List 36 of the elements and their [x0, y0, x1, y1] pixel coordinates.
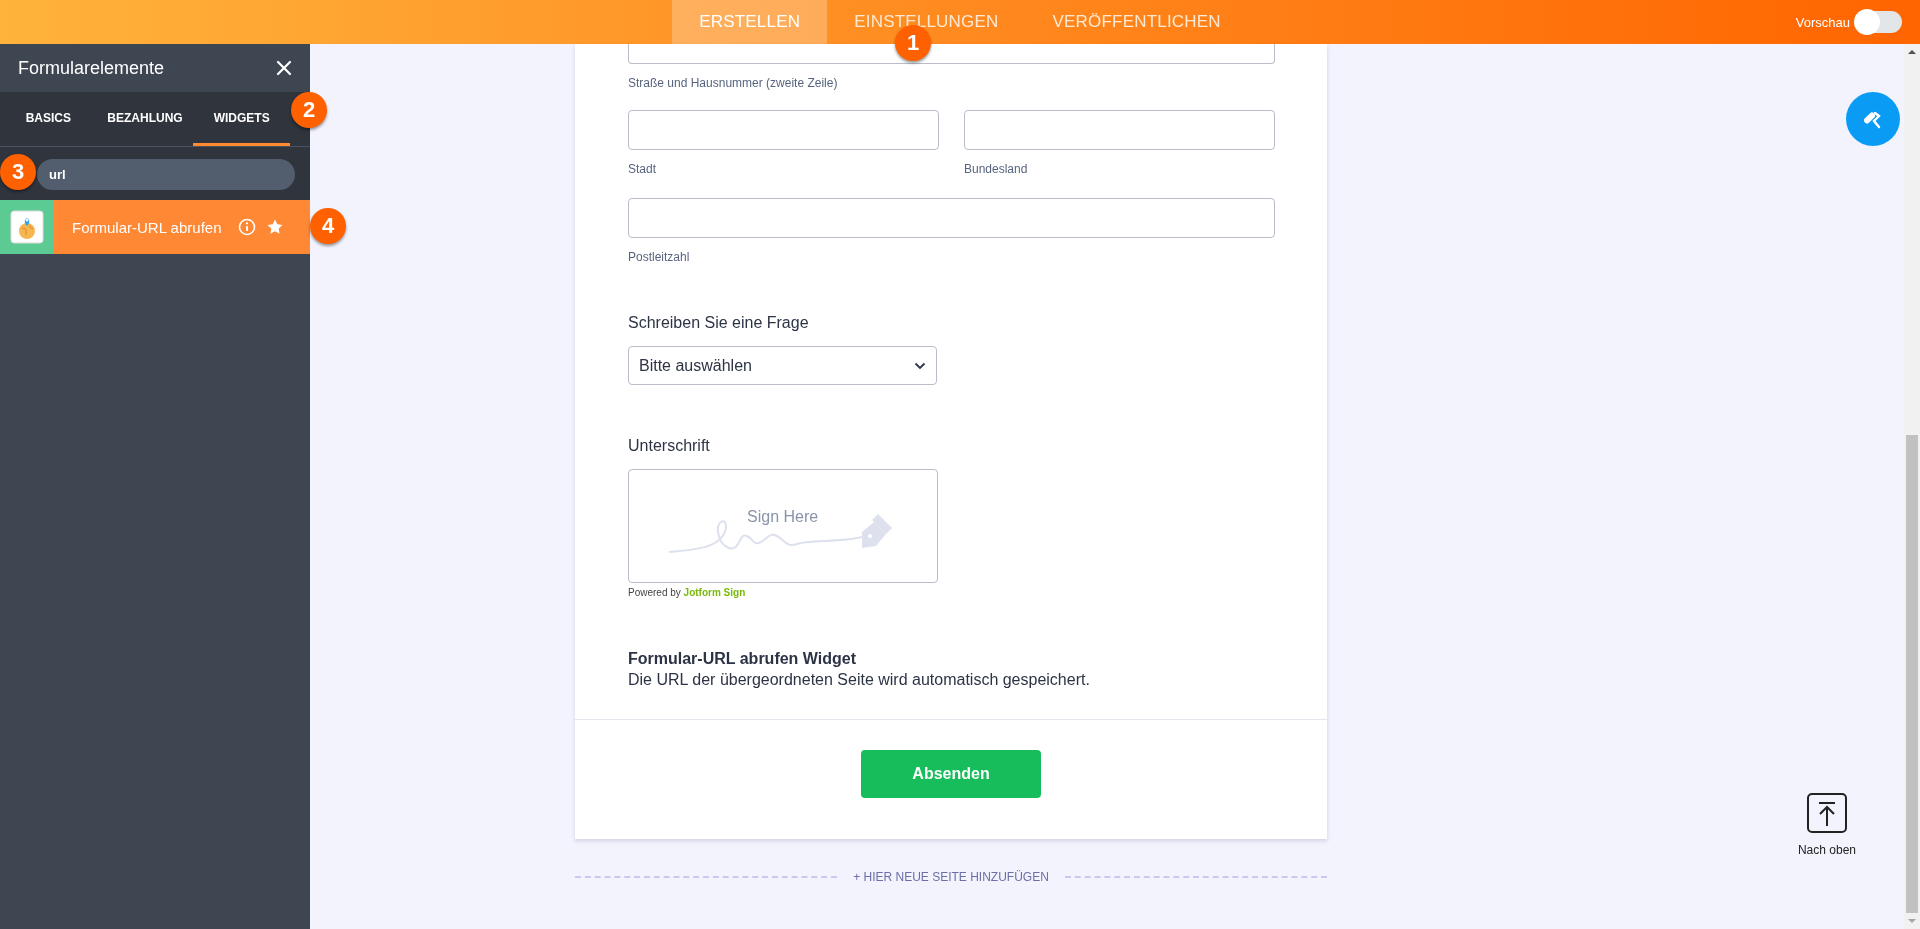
back-to-top-label: Nach oben [1797, 843, 1856, 857]
field-hint: Stadt [628, 162, 657, 176]
question-label: Unterschrift [628, 437, 710, 455]
step-marker: 2 [291, 92, 327, 128]
powered-by-text: Powered by Jotform Sign [628, 587, 746, 598]
field-hint: Bundesland [964, 162, 1028, 176]
sidebar-tab[interactable]: BEZAHLUNG [96, 92, 194, 146]
add-page-link[interactable]: + HIER NEUE SEITE HINZUFÜGEN [847, 869, 1055, 885]
scrollbar[interactable] [1904, 44, 1920, 929]
info-icon[interactable] [238, 218, 256, 236]
preview-toggle[interactable] [1856, 11, 1902, 33]
signature-placeholder: Sign Here [747, 508, 819, 526]
text-field[interactable] [628, 110, 939, 150]
designer-button[interactable] [1846, 92, 1900, 146]
step-marker: 4 [310, 208, 346, 244]
preview-label: Vorschau [1795, 14, 1850, 30]
widget-description: Die URL der übergeordneten Seite wird automatisch gespeichert. [628, 671, 1090, 689]
dropdown-field[interactable]: Bitte auswählen [628, 346, 937, 385]
widget-list-item[interactable]: Formular-URL abrufen [0, 200, 310, 254]
chevron-icon [914, 361, 926, 370]
star-icon[interactable] [266, 218, 284, 236]
signature-pad[interactable]: Sign Here [628, 469, 938, 583]
close-icon[interactable] [276, 60, 292, 76]
submit-button[interactable]: Absenden [861, 750, 1041, 798]
field-hint: Straße und Hausnummer (zweite Zeile) [628, 76, 838, 90]
widget-name: Formular-URL abrufen [71, 218, 223, 236]
globe-pin-icon [10, 210, 44, 244]
widget-title: Formular-URL abrufen Widget [628, 650, 856, 668]
back-to-top-icon[interactable] [1806, 793, 1847, 833]
question-label: Schreiben Sie eine Frage [628, 314, 809, 332]
sidebar-title: Formularelemente [18, 57, 165, 79]
field-hint: Postleitzahl [628, 250, 690, 264]
sidebar-tab[interactable]: BASICS [0, 92, 97, 146]
text-field[interactable] [628, 198, 1275, 238]
search-field[interactable]: url [37, 159, 295, 190]
text-field[interactable] [964, 110, 1275, 150]
